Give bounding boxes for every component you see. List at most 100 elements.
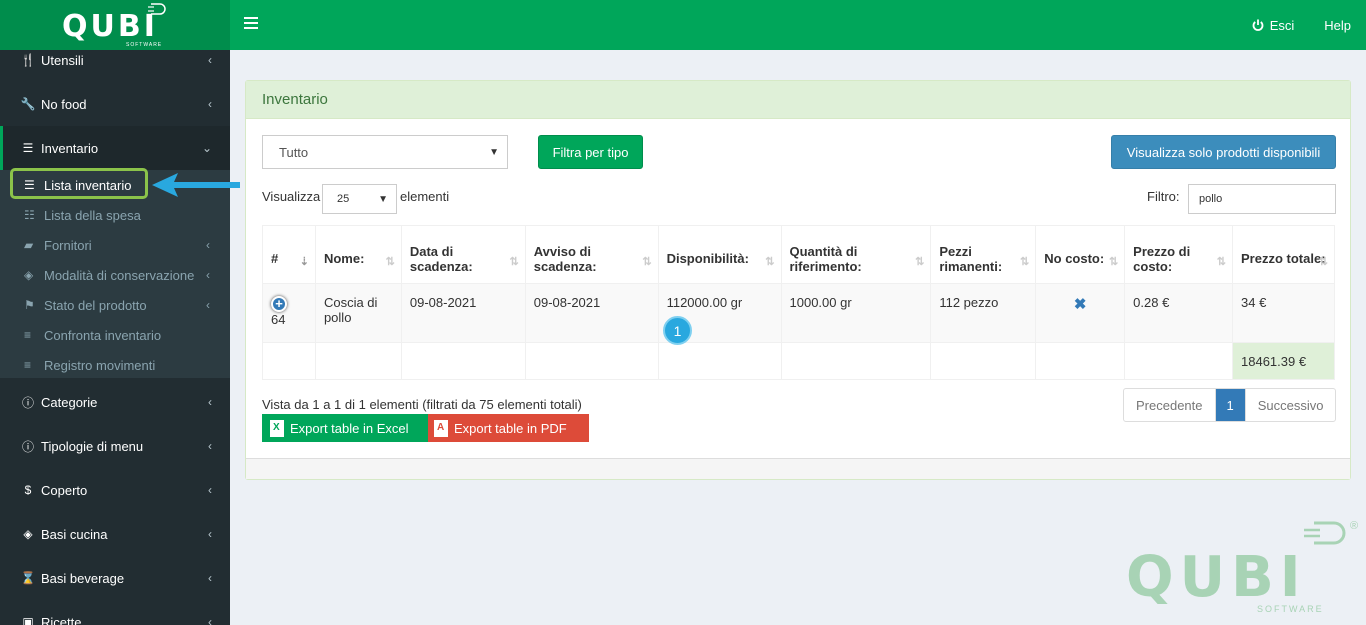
column-header-name[interactable]: Nome: ⇅: [314, 225, 402, 284]
sub-item-fornitori[interactable]: ▰ Fornitori ‹: [0, 230, 230, 260]
help-link[interactable]: Help: [1309, 18, 1366, 33]
cell-reference-qty: 1000.00 gr: [780, 283, 932, 343]
info-icon: ⓘ: [21, 395, 34, 410]
page-size-select[interactable]: 25 ▼: [322, 184, 397, 214]
cell-total-price: 34 €: [1232, 283, 1335, 343]
watermark-mark-icon: [1304, 521, 1346, 545]
chevron-left-icon: ‹: [208, 53, 212, 67]
sidebar-toggle-icon[interactable]: [244, 17, 258, 31]
sidebar: 🍴 Utensili ‹ 🔧 No food ‹ ☰ Inventario ⌄ …: [0, 50, 230, 625]
header-label: Data di scadenza:: [409, 243, 473, 274]
pagination-next[interactable]: Successivo: [1246, 389, 1336, 421]
filter-type-button[interactable]: Filtra per tipo: [538, 135, 643, 169]
chevron-left-icon: ‹: [208, 97, 212, 111]
column-header-expiry-warning[interactable]: Avviso di scadenza: ⇅: [524, 225, 659, 284]
sub-item-modalita-conservazione[interactable]: ◈ Modalità di conservazione ‹: [0, 260, 230, 290]
sidebar-item-tipologie-menu[interactable]: ⓘ Tipologie di menu ‹: [0, 424, 230, 468]
sidebar-item-utensili[interactable]: 🍴 Utensili ‹: [0, 50, 230, 82]
panel-title: Inventario: [246, 81, 1350, 119]
wrench-icon: 🔧: [20, 97, 36, 111]
pagination-previous[interactable]: Precedente: [1124, 389, 1216, 421]
sub-item-lista-della-spesa[interactable]: ☷ Lista della spesa: [0, 200, 230, 230]
logo[interactable]: QUBI SOFTWARE: [0, 0, 230, 50]
chevron-left-icon: ‹: [208, 395, 212, 409]
sort-icon: ⇅: [642, 256, 652, 268]
filter-input[interactable]: pollo: [1188, 184, 1336, 214]
sort-icon: ⇅: [1108, 256, 1119, 268]
chevron-down-icon: ⌄: [201, 141, 212, 155]
sidebar-item-inventario[interactable]: ☰ Inventario ⌄: [0, 126, 230, 170]
export-excel-label: Export table in Excel: [290, 420, 409, 436]
chevron-down-icon: ▼: [489, 147, 499, 158]
cell-name: Coscia di pollo: [314, 283, 402, 343]
cell-value: 64: [271, 311, 286, 327]
page-size-value: 25: [337, 193, 350, 205]
chevron-left-icon: ‹: [208, 439, 212, 453]
truck-icon: ▰: [24, 238, 34, 252]
grand-total-cell: 18461.39 €: [1232, 342, 1335, 380]
hourglass-icon: ⌛: [20, 571, 36, 585]
book-icon: ▣: [22, 615, 34, 625]
expand-row-icon[interactable]: +: [271, 295, 287, 312]
sort-icon: ⇅: [385, 256, 395, 268]
header-label: Avviso di scadenza:: [533, 243, 597, 274]
cell-no-cost: ✖: [1035, 283, 1126, 343]
empty-cell: [400, 342, 526, 380]
filter-label: Filtro:: [1147, 189, 1180, 204]
list-ol-icon: ☷: [24, 208, 35, 222]
sub-item-registro-movimenti[interactable]: ≡ Registro movimenti: [0, 350, 230, 380]
export-excel-button[interactable]: X Export table in Excel: [262, 414, 428, 442]
sort-icon: ⇅: [765, 256, 775, 268]
empty-cell: [930, 342, 1037, 380]
chevron-left-icon: ‹: [206, 238, 210, 252]
logout-button[interactable]: Esci: [1237, 18, 1310, 33]
sort-icon: ⇅: [509, 256, 519, 268]
column-header-id[interactable]: # ⇣: [262, 225, 316, 284]
header-label: Nome:: [323, 251, 365, 266]
sub-item-label: Modalità di conservazione: [44, 267, 195, 283]
top-navbar: QUBI SOFTWARE Esci Help: [0, 0, 1366, 50]
cell-cost-price: 0.28 €: [1124, 283, 1234, 343]
sidebar-item-label: Ricette: [41, 614, 82, 625]
sub-item-stato-prodotto[interactable]: ⚑ Stato del prodotto ‹: [0, 290, 230, 320]
column-header-no-cost[interactable]: No costo: ⇅: [1035, 225, 1126, 284]
sub-item-label: Fornitori: [44, 237, 92, 253]
sidebar-item-categorie[interactable]: ⓘ Categorie ‹: [0, 380, 230, 424]
sort-icon: ⇅: [915, 256, 925, 268]
sub-item-label: Stato del prodotto: [44, 297, 147, 313]
pagination-page-1[interactable]: 1: [1215, 389, 1246, 421]
type-select[interactable]: Tutto ▼: [262, 135, 508, 169]
header-label: Prezzo di costo:: [1133, 243, 1191, 274]
column-header-expiry[interactable]: Data di scadenza: ⇅: [400, 225, 526, 284]
sidebar-item-label: Tipologie di menu: [41, 438, 144, 454]
pointer-arrow-icon: [152, 173, 240, 197]
sidebar-item-basi-cucina[interactable]: ◈ Basi cucina ‹: [0, 512, 230, 556]
sub-item-confronta-inventario[interactable]: ≡ Confronta inventario: [0, 320, 230, 350]
show-available-button[interactable]: Visualizza solo prodotti disponibili: [1111, 135, 1336, 169]
sidebar-item-ricette[interactable]: ▣ Ricette ‹: [0, 600, 230, 625]
sidebar-item-label: Coperto: [41, 482, 88, 498]
sub-item-label: Registro movimenti: [44, 357, 156, 373]
step-marker: 1: [663, 316, 692, 345]
chevron-left-icon: ‹: [208, 527, 212, 541]
chevron-left-icon: ‹: [208, 615, 212, 625]
pdf-file-icon: A: [434, 419, 448, 437]
export-pdf-button[interactable]: A Export table in PDF: [428, 414, 589, 442]
info-icon: ⓘ: [21, 439, 34, 454]
sidebar-item-no-food[interactable]: 🔧 No food ‹: [0, 82, 230, 126]
header-label: Quantità di riferimento:: [789, 243, 862, 274]
column-header-reference-qty[interactable]: Quantità di riferimento: ⇅: [780, 225, 932, 284]
column-header-cost-price[interactable]: Prezzo di costo: ⇅: [1124, 225, 1234, 284]
header-label: Disponibilità:: [666, 251, 749, 266]
sidebar-item-basi-beverage[interactable]: ⌛ Basi beverage ‹: [0, 556, 230, 600]
column-header-pieces[interactable]: Pezzi rimanenti: ⇅: [930, 225, 1037, 284]
cutlery-icon: 🍴: [20, 53, 36, 67]
inventory-panel: Inventario Tutto ▼ Filtra per tipo Visua…: [245, 80, 1351, 480]
inventory-table: # ⇣ Nome: ⇅ Data di scadenza: ⇅ Avviso di s…: [262, 225, 1335, 380]
column-header-total-price[interactable]: Prezzo totale: ⇅: [1232, 225, 1335, 284]
sort-icon: ⇅: [1020, 256, 1030, 268]
empty-cell: [314, 342, 402, 380]
column-header-availability[interactable]: Disponibilità: ⇅: [657, 225, 782, 284]
cube-icon: ◈: [24, 268, 34, 282]
sidebar-item-coperto[interactable]: $ Coperto ‹: [0, 468, 230, 512]
